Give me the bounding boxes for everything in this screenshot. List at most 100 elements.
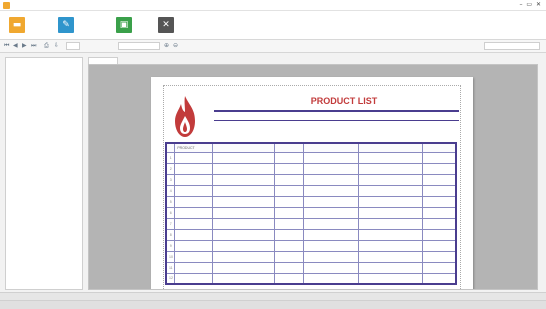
table-cell: [211, 239, 275, 252]
table-cell: [302, 206, 360, 219]
report-page: PRODUCT LIST PRODUCT 1 2 3 4 5 6 7 8 9 1…: [151, 77, 473, 289]
table-cell: [358, 162, 424, 175]
column-header: PRODUCT: [174, 142, 213, 153]
table-cell: [358, 206, 424, 219]
table-cell: [273, 217, 304, 230]
table-cell: [302, 261, 360, 274]
flame-logo-icon: [175, 96, 195, 137]
table-cell: [211, 261, 275, 274]
preview-tab[interactable]: [88, 57, 118, 64]
table-cell: [174, 184, 213, 197]
table-cell: [273, 184, 304, 197]
table-cell: [174, 239, 213, 252]
row-number-cell: 11: [165, 261, 176, 274]
report-preview[interactable]: PRODUCT LIST PRODUCT 1 2 3 4 5 6 7 8 9 1…: [88, 64, 538, 290]
row-number-cell: 2: [165, 162, 176, 175]
table-cell: [302, 162, 360, 175]
table-cell: [358, 173, 424, 186]
status-bar: [0, 292, 546, 300]
table-cell: [174, 151, 213, 164]
ribbon-button-tools[interactable]: ✕: [158, 15, 174, 35]
table-cell: [422, 217, 457, 230]
table-cell: [422, 261, 457, 274]
row-number-cell: 8: [165, 228, 176, 241]
print-icon[interactable]: ⎙: [44, 42, 49, 50]
table-cell: [174, 162, 213, 175]
table-cell: [358, 250, 424, 263]
ribbon-button-save[interactable]: ▣: [116, 15, 132, 35]
table-cell: [302, 239, 360, 252]
table-cell: [174, 250, 213, 263]
table-cell: [273, 239, 304, 252]
column-header: [165, 142, 176, 153]
table-cell: [302, 173, 360, 186]
prev-page-icon[interactable]: ◀: [13, 42, 18, 49]
table-cell: [174, 228, 213, 241]
page-number-input[interactable]: [66, 42, 80, 50]
tools-icon: ✕: [158, 17, 174, 33]
table-cell: [358, 228, 424, 241]
info-bar: [0, 300, 546, 309]
row-number-cell: 5: [165, 195, 176, 208]
table-cell: [422, 228, 457, 241]
report-title: PRODUCT LIST: [310, 96, 378, 106]
table-cell: [422, 162, 457, 175]
table-cell: [358, 239, 424, 252]
table-cell: [211, 272, 275, 285]
table-cell: [211, 217, 275, 230]
table-cell: [174, 272, 213, 285]
table-cell: [174, 217, 213, 230]
ribbon-button-design[interactable]: ✎: [58, 15, 74, 35]
product-table: PRODUCT 1 2 3 4 5 6 7 8 9 10 11 12: [165, 142, 457, 285]
table-cell: [302, 184, 360, 197]
view-mode-select[interactable]: [484, 42, 540, 50]
export-icon[interactable]: ⇩: [54, 42, 59, 49]
table-cell: [422, 184, 457, 197]
table-header-row: PRODUCT: [165, 142, 457, 153]
table-cell: [273, 206, 304, 219]
table-cell: [358, 272, 424, 285]
row-number-cell: 6: [165, 206, 176, 219]
table-cell: [302, 228, 360, 241]
table-cell: [358, 261, 424, 274]
table-cell: [211, 195, 275, 208]
table-row: 10: [165, 250, 457, 263]
next-page-icon[interactable]: ▶: [22, 42, 27, 49]
table-row: 3: [165, 173, 457, 186]
table-cell: [302, 250, 360, 263]
last-page-icon[interactable]: ⏭: [31, 42, 36, 50]
folder-icon: ▬: [9, 17, 25, 33]
row-number-cell: 7: [165, 217, 176, 230]
toolbar: ⏮ ◀ ▶ ⏭ ⎙ ⇩ ⊕ ⊖: [0, 40, 546, 53]
table-cell: [211, 173, 275, 186]
ribbon-button-open[interactable]: ▬: [9, 15, 25, 35]
table-cell: [174, 206, 213, 219]
table-cell: [422, 173, 457, 186]
ribbon: ▬ ✎ ▣ ✕: [0, 11, 546, 40]
column-header: [302, 142, 360, 153]
table-cell: [422, 272, 457, 285]
table-cell: [174, 173, 213, 186]
app-icon: [3, 2, 10, 9]
table-cell: [422, 151, 457, 164]
first-page-icon[interactable]: ⏮: [4, 42, 9, 50]
zoom-in-icon[interactable]: ⊕: [164, 42, 169, 49]
row-number-cell: 1: [165, 151, 176, 164]
save-icon: ▣: [116, 17, 132, 33]
design-icon: ✎: [58, 17, 74, 33]
table-cell: [174, 261, 213, 274]
table-cell: [211, 206, 275, 219]
zoom-select[interactable]: [118, 42, 160, 50]
table-cell: [302, 272, 360, 285]
document-tree-panel[interactable]: [5, 57, 83, 290]
table-cell: [211, 228, 275, 241]
table-cell: [211, 162, 275, 175]
row-number-cell: 4: [165, 184, 176, 197]
table-row: 1: [165, 151, 457, 164]
table-cell: [273, 195, 304, 208]
window-controls[interactable]: – ▭ ✕: [519, 1, 542, 8]
zoom-out-icon[interactable]: ⊖: [173, 42, 178, 49]
table-cell: [358, 184, 424, 197]
table-cell: [211, 151, 275, 164]
column-header: [358, 142, 424, 153]
